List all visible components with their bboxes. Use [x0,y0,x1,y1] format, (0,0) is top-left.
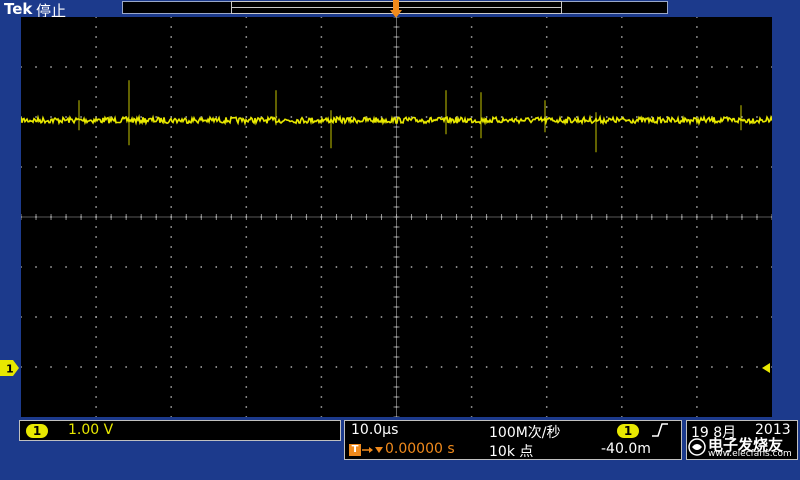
channel1-marker-text: 1 [6,363,14,376]
channel1-badge: 1 [26,424,48,438]
trigger-t-icon: T [349,444,361,456]
timebase-scale: 10.0µs [351,422,399,438]
watermark-url: www.elecfans.com [708,449,792,459]
trigger-level: -40.0m [601,441,651,457]
rising-edge-icon [652,423,668,437]
record-length: 10k 点 [489,444,534,460]
oscilloscope-screen: Tek 停止 T 1 1 1.00 V 10.0µs T 0.00000 s 1 [0,0,800,480]
timebase-readout[interactable]: 10.0µs T 0.00000 s 100M次/秒 10k 点 1 -40.0… [344,420,682,460]
channel1-trace [21,80,772,153]
brand-label: Tek [4,0,33,18]
channel1-ground-marker[interactable]: 1 [0,360,19,376]
channel1-scale: 1.00 V [68,422,114,438]
elecfans-watermark: 电子发烧友 www.elecfans.com [686,436,798,460]
trigger-level-marker[interactable] [760,363,770,373]
trigger-delay-value: 0.00000 s [385,441,455,457]
channel1-readout[interactable]: 1 1.00 V [19,420,341,441]
waveform-graticule[interactable] [21,17,772,417]
trigger-delay-arrow-icon [362,447,383,453]
trace-noise-band [21,114,772,127]
sample-rate: 100M次/秒 [489,425,561,441]
trigger-source-badge: 1 [617,424,639,438]
elecfans-logo-icon [688,438,706,456]
